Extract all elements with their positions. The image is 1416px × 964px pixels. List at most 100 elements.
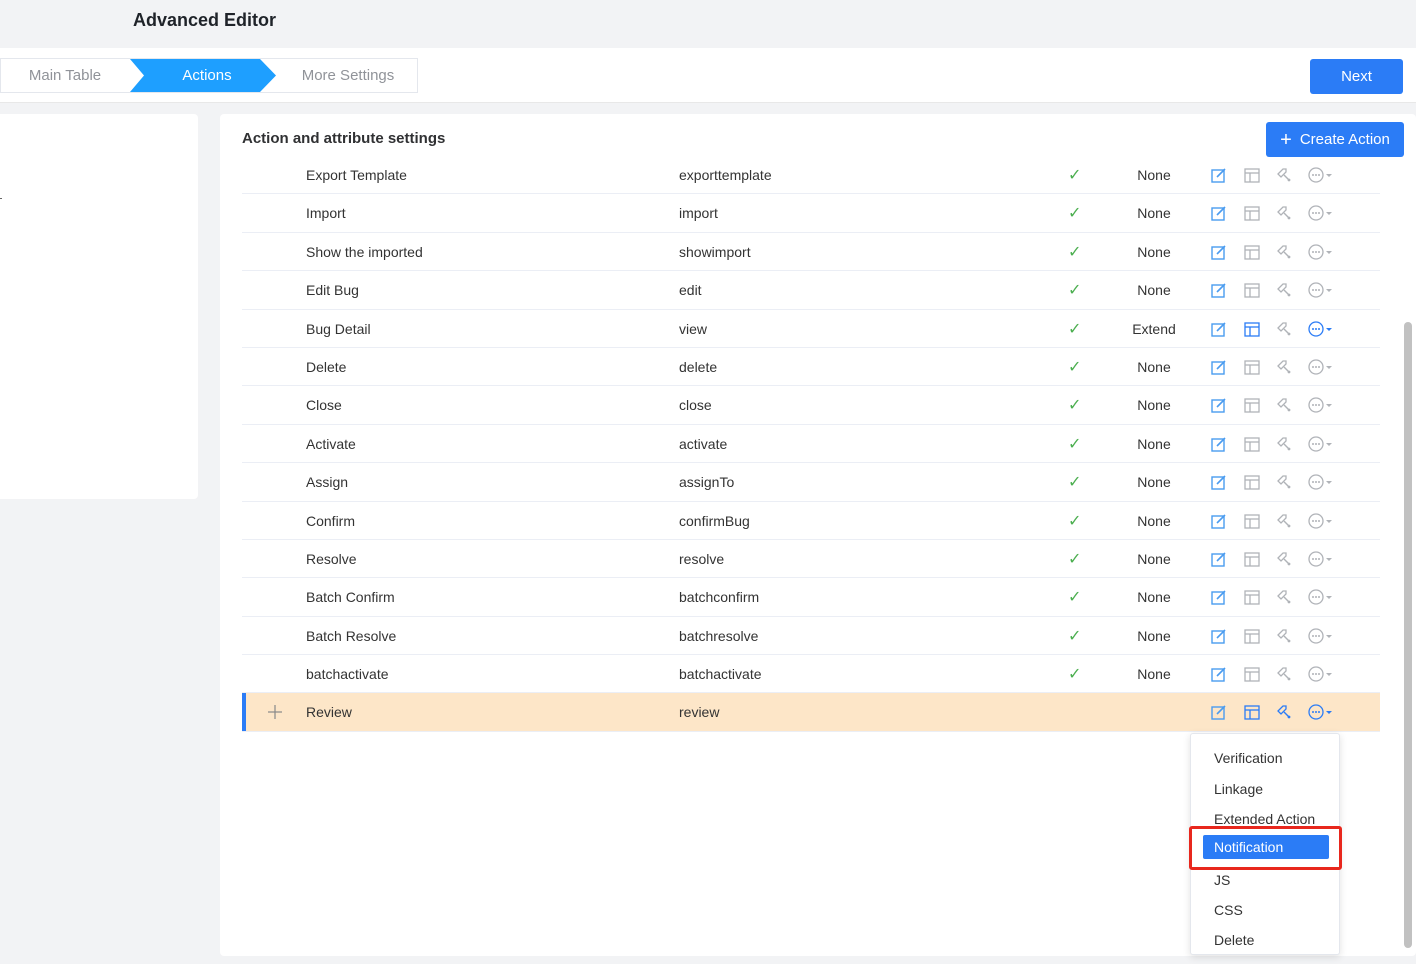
more-icon[interactable] bbox=[1307, 703, 1335, 721]
edit-icon[interactable] bbox=[1210, 204, 1228, 222]
table-row[interactable]: Activate activate ✓ None bbox=[242, 425, 1380, 464]
layout-icon[interactable] bbox=[1243, 320, 1261, 338]
edit-icon[interactable] bbox=[1210, 243, 1228, 261]
actions-list: Export Template exporttemplate ✓ None Im… bbox=[242, 156, 1380, 732]
layout-icon[interactable] bbox=[1243, 204, 1261, 222]
layout-icon[interactable] bbox=[1243, 243, 1261, 261]
step-main-table[interactable]: Main Table bbox=[1, 59, 129, 92]
more-icon[interactable] bbox=[1307, 473, 1335, 491]
tag-icon[interactable] bbox=[1275, 588, 1293, 606]
tag-icon[interactable] bbox=[1275, 281, 1293, 299]
more-icon[interactable] bbox=[1307, 588, 1335, 606]
more-icon[interactable] bbox=[1307, 281, 1335, 299]
create-action-button[interactable]: + Create Action bbox=[1266, 122, 1404, 157]
table-row[interactable]: Confirm confirmBug ✓ None bbox=[242, 502, 1380, 540]
more-icon[interactable] bbox=[1307, 665, 1335, 683]
tag-icon[interactable] bbox=[1275, 358, 1293, 376]
step-actions[interactable]: Actions bbox=[130, 59, 276, 92]
tag-icon[interactable] bbox=[1275, 703, 1293, 721]
edit-icon[interactable] bbox=[1210, 665, 1228, 683]
edit-icon[interactable] bbox=[1210, 435, 1228, 453]
edit-icon[interactable] bbox=[1210, 281, 1228, 299]
more-icon[interactable] bbox=[1307, 550, 1335, 568]
layout-icon[interactable] bbox=[1243, 665, 1261, 683]
edit-icon[interactable] bbox=[1210, 550, 1228, 568]
layout-icon[interactable] bbox=[1243, 358, 1261, 376]
edit-icon[interactable] bbox=[1210, 166, 1228, 184]
tag-icon[interactable] bbox=[1275, 435, 1293, 453]
app-title: Advanced Editor bbox=[133, 10, 277, 30]
more-icon[interactable] bbox=[1307, 320, 1335, 338]
edit-icon[interactable] bbox=[1210, 703, 1228, 721]
table-row[interactable]: Close close ✓ None bbox=[242, 386, 1380, 425]
table-row[interactable]: Import import ✓ None bbox=[242, 194, 1380, 233]
dropdown-item-js[interactable]: JS bbox=[1203, 868, 1329, 892]
layout-icon[interactable] bbox=[1243, 627, 1261, 645]
action-code: review bbox=[679, 704, 720, 721]
row-actions bbox=[1210, 243, 1340, 263]
more-icon[interactable] bbox=[1307, 627, 1335, 645]
step-more-settings[interactable]: More Settings bbox=[263, 59, 433, 92]
layout-icon[interactable] bbox=[1243, 166, 1261, 184]
layout-icon[interactable] bbox=[1243, 550, 1261, 568]
layout-icon[interactable] bbox=[1243, 281, 1261, 299]
drag-handle-icon[interactable] bbox=[266, 703, 284, 721]
edit-icon[interactable] bbox=[1210, 588, 1228, 606]
more-icon[interactable] bbox=[1307, 358, 1335, 376]
tag-icon[interactable] bbox=[1275, 550, 1293, 568]
dropdown-item-delete[interactable]: Delete bbox=[1203, 928, 1329, 952]
table-row[interactable]: Export Template exporttemplate ✓ None bbox=[242, 156, 1380, 195]
more-icon[interactable] bbox=[1307, 512, 1335, 530]
more-icon[interactable] bbox=[1307, 243, 1335, 261]
scrollbar[interactable] bbox=[1404, 322, 1412, 948]
action-name: Close bbox=[306, 397, 342, 414]
table-row[interactable]: Assign assignTo ✓ None bbox=[242, 463, 1380, 502]
layout-icon[interactable] bbox=[1243, 512, 1261, 530]
action-code: batchactivate bbox=[679, 666, 762, 683]
table-row[interactable]: Edit Bug edit ✓ None bbox=[242, 271, 1380, 310]
layout-icon[interactable] bbox=[1243, 588, 1261, 606]
tag-icon[interactable] bbox=[1275, 166, 1293, 184]
dropdown-item-linkage[interactable]: Linkage bbox=[1203, 777, 1329, 801]
tag-icon[interactable] bbox=[1275, 473, 1293, 491]
table-row[interactable]: batchactivate batchactivate ✓ None bbox=[242, 655, 1380, 694]
more-icon[interactable] bbox=[1307, 166, 1335, 184]
layout-icon[interactable] bbox=[1243, 435, 1261, 453]
tag-icon[interactable] bbox=[1275, 204, 1293, 222]
layout-icon[interactable] bbox=[1243, 396, 1261, 414]
table-row[interactable]: Resolve resolve ✓ None bbox=[242, 540, 1380, 579]
more-icon[interactable] bbox=[1307, 204, 1335, 222]
tag-icon[interactable] bbox=[1275, 512, 1293, 530]
table-row[interactable]: Delete delete ✓ None bbox=[242, 348, 1380, 387]
action-name: Show the imported bbox=[306, 243, 423, 260]
dropdown-item-verification[interactable]: Verification bbox=[1203, 746, 1329, 770]
edit-icon[interactable] bbox=[1210, 358, 1228, 376]
next-button[interactable]: Next bbox=[1310, 59, 1403, 94]
tag-icon[interactable] bbox=[1275, 243, 1293, 261]
row-actions bbox=[1210, 473, 1340, 493]
step-navigation: Main Table Actions More Settings bbox=[0, 58, 418, 93]
dropdown-item-css[interactable]: CSS bbox=[1203, 898, 1329, 922]
table-row[interactable]: Review review bbox=[242, 693, 1380, 732]
layout-icon[interactable] bbox=[1243, 473, 1261, 491]
edit-icon[interactable] bbox=[1210, 627, 1228, 645]
tag-icon[interactable] bbox=[1275, 396, 1293, 414]
edit-icon[interactable] bbox=[1210, 396, 1228, 414]
tag-icon[interactable] bbox=[1275, 665, 1293, 683]
action-name: Confirm bbox=[306, 512, 356, 529]
table-row[interactable]: Show the imported showimport ✓ None bbox=[242, 233, 1380, 272]
action-name: Resolve bbox=[306, 550, 357, 567]
action-name: batchactivate bbox=[306, 666, 389, 683]
table-row[interactable]: Bug Detail view ✓ Extend bbox=[242, 310, 1380, 348]
step-actions-label: Actions bbox=[182, 67, 232, 84]
more-icon[interactable] bbox=[1307, 396, 1335, 414]
more-icon[interactable] bbox=[1307, 435, 1335, 453]
table-row[interactable]: Batch Resolve batchresolve ✓ None bbox=[242, 617, 1380, 656]
tag-icon[interactable] bbox=[1275, 627, 1293, 645]
table-row[interactable]: Batch Confirm batchconfirm ✓ None bbox=[242, 578, 1380, 617]
tag-icon[interactable] bbox=[1275, 320, 1293, 338]
edit-icon[interactable] bbox=[1210, 512, 1228, 530]
edit-icon[interactable] bbox=[1210, 473, 1228, 491]
layout-icon[interactable] bbox=[1243, 703, 1261, 721]
edit-icon[interactable] bbox=[1210, 320, 1228, 338]
